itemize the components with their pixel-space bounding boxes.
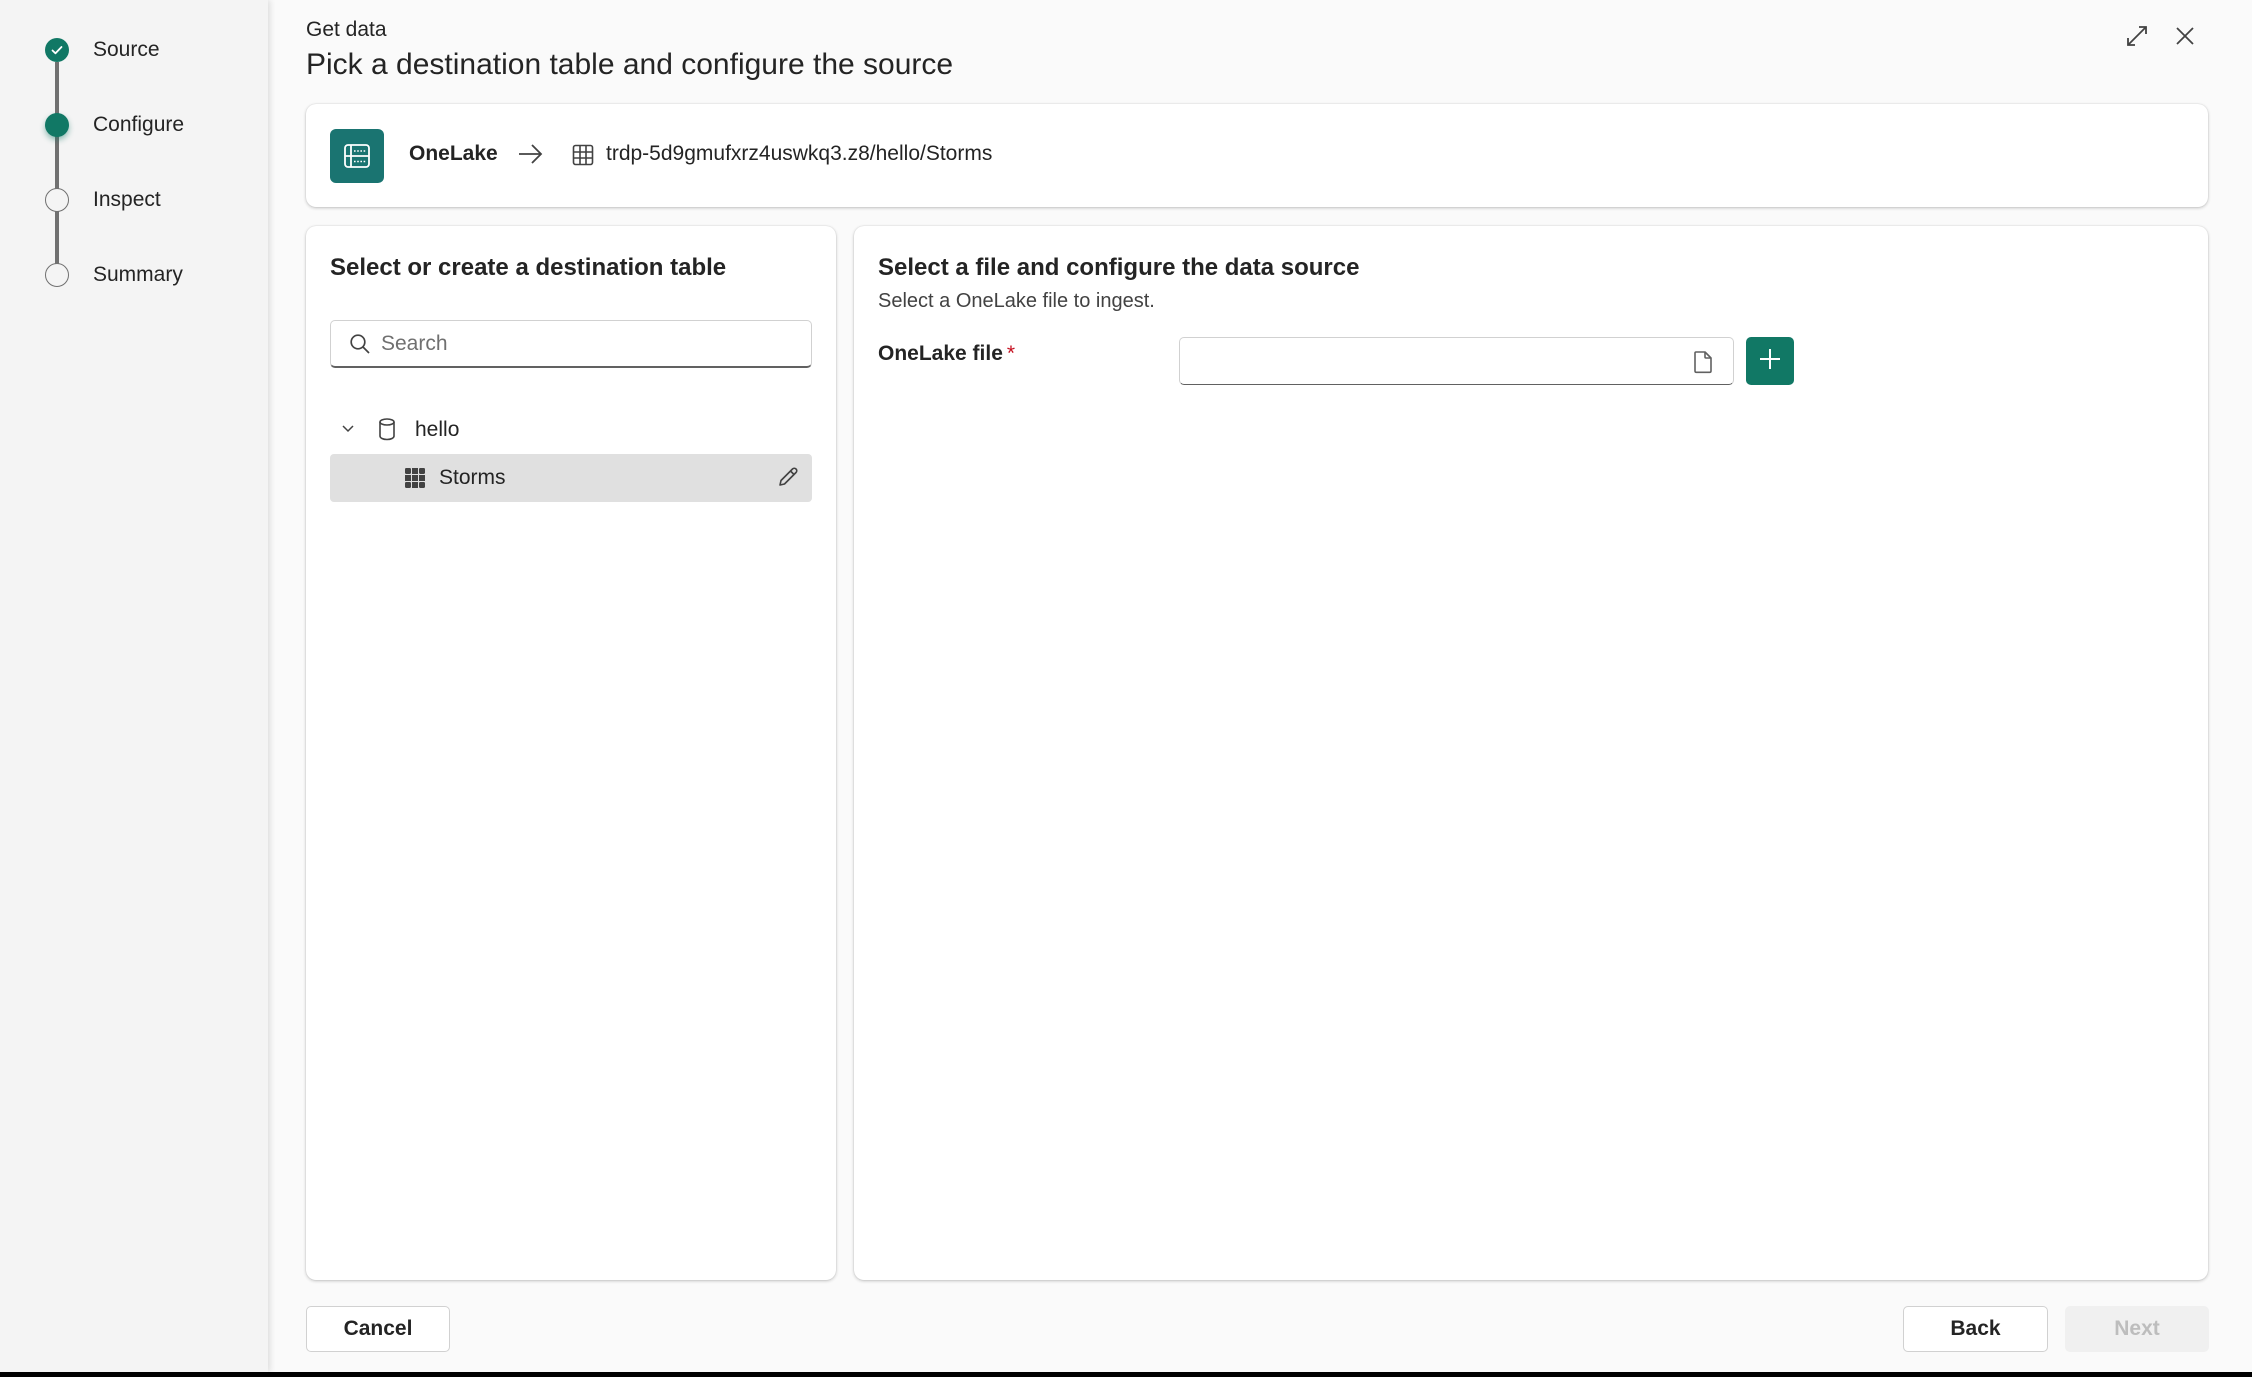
panel-title: Select or create a destination table <box>330 254 727 281</box>
step-label: Source <box>93 38 160 61</box>
search-icon <box>349 333 371 355</box>
step-configure[interactable]: Configure <box>0 105 268 145</box>
edit-pencil-icon[interactable] <box>776 465 800 494</box>
step-label: Inspect <box>93 188 161 211</box>
add-file-button[interactable] <box>1746 337 1794 385</box>
database-name: hello <box>415 418 460 441</box>
database-icon <box>377 417 397 446</box>
table-icon <box>572 144 594 171</box>
onelake-file-input[interactable] <box>1192 346 1672 376</box>
step-source[interactable]: Source <box>0 30 268 70</box>
expand-icon <box>2125 24 2149 53</box>
close-button[interactable] <box>2169 22 2201 54</box>
stepper-line <box>55 62 59 264</box>
step-label: Summary <box>93 263 183 286</box>
onelake-file-field[interactable] <box>1179 337 1734 385</box>
arrow-right-icon <box>516 140 544 173</box>
file-browse-icon[interactable] <box>1693 350 1713 379</box>
step-summary[interactable]: Summary <box>0 255 268 295</box>
table-name: Storms <box>439 466 506 489</box>
step-current-icon <box>45 113 69 137</box>
source-config-panel: Select a file and configure the data sou… <box>854 226 2208 1280</box>
step-label: Configure <box>93 113 185 136</box>
source-destination-card: OneLake trdp-5d9gmufxrz4uswkq3.z8/hello/… <box>306 104 2208 207</box>
table-icon <box>404 467 426 494</box>
next-button[interactable]: Next <box>2065 1306 2209 1352</box>
tree-database-node[interactable]: hello <box>330 408 812 452</box>
destination-table-panel: Select or create a destination table Sea… <box>306 226 836 1280</box>
table-search-field[interactable] <box>330 320 812 368</box>
step-inspect[interactable]: Inspect <box>0 180 268 220</box>
panel-subtitle: Select a OneLake file to ingest. <box>878 290 1155 312</box>
onelake-file-label: OneLake file * <box>878 342 1015 366</box>
step-complete-icon <box>45 38 69 62</box>
close-icon <box>2175 26 2195 51</box>
destination-path: trdp-5d9gmufxrz4uswkq3.z8/hello/Storms <box>606 142 993 165</box>
onelake-icon <box>330 129 384 183</box>
cancel-button[interactable]: Cancel <box>306 1306 450 1352</box>
get-data-dialog: Source Configure Inspect Summary Get dat… <box>0 0 2252 1372</box>
dialog-eyebrow: Get data <box>306 18 387 41</box>
back-button[interactable]: Back <box>1903 1306 2048 1352</box>
expand-button[interactable] <box>2121 22 2153 54</box>
search-input[interactable] <box>381 331 811 356</box>
chevron-down-icon[interactable] <box>340 420 356 441</box>
step-pending-icon <box>45 263 69 287</box>
plus-icon <box>1758 347 1782 376</box>
tree-table-node-selected[interactable]: Storms <box>330 454 812 502</box>
wizard-stepper: Source Configure Inspect Summary <box>0 0 268 1372</box>
field-label-text: OneLake file <box>878 342 1003 365</box>
panel-title: Select a file and configure the data sou… <box>878 254 1360 281</box>
page-title: Pick a destination table and configure t… <box>306 48 954 81</box>
source-name: OneLake <box>409 142 498 165</box>
required-marker: * <box>1006 342 1016 365</box>
step-pending-icon <box>45 188 69 212</box>
